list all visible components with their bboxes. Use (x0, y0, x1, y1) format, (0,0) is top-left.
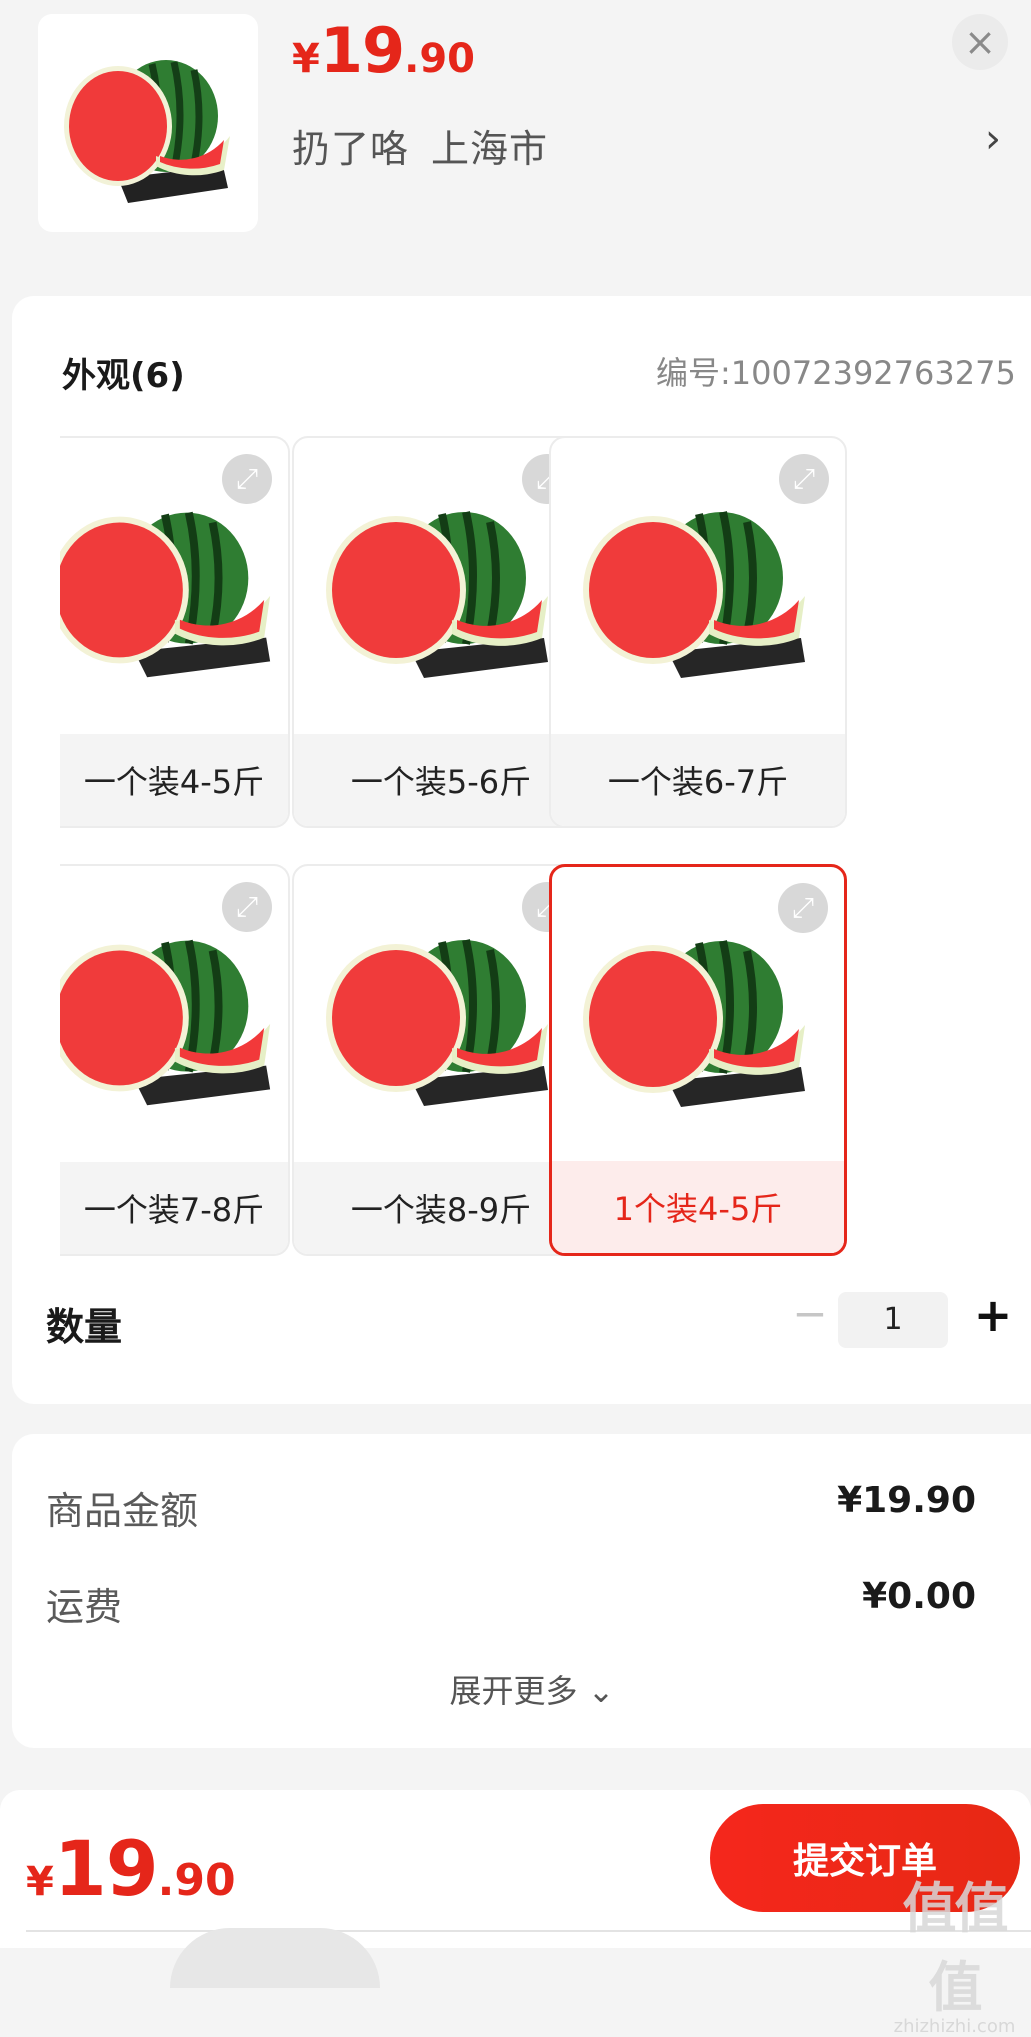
product-thumbnail[interactable] (38, 14, 258, 232)
address-name: 扔了咯 (292, 127, 410, 171)
bottom-bar: ¥19.90 提交订单 (0, 1790, 1031, 1988)
price-integer: 19 (319, 14, 405, 87)
watermelon-image (583, 940, 805, 1107)
watermark-text: 值值值 (902, 1877, 1009, 2019)
delivery-address[interactable]: 扔了咯 上海市 (292, 118, 548, 173)
variant-option[interactable]: ⤢ 1个装4-5斤 (549, 864, 847, 1256)
variant-label: 一个装7-8斤 (60, 1162, 288, 1254)
total-price: ¥19.90 (26, 1824, 236, 1913)
variant-label: 一个装4-5斤 (60, 734, 288, 826)
fee-value: ¥19.90 (837, 1480, 976, 1521)
section-title: 外观(6) (62, 356, 185, 396)
price-decimal: .90 (157, 1855, 236, 1906)
fee-card: 商品金额 ¥19.90 运费 ¥0.00 展开更多 ⌄ (12, 1434, 1031, 1748)
watermelon-image (583, 511, 805, 678)
variant-label: 一个装8-9斤 (294, 1162, 588, 1254)
watermelon-image (60, 511, 271, 678)
quantity-plus-button[interactable]: + (966, 1286, 1020, 1344)
close-icon[interactable]: × (952, 14, 1008, 70)
variant-card: 外观(6) 编号:100723927632​75 ⤢ 一个装4-5斤 ⤢ 一个装… (12, 296, 1031, 1404)
variant-label: 一个装6-7斤 (551, 734, 845, 826)
fee-label: 商品金额 (46, 1489, 199, 1533)
sku-number: 编号:100723927632​75 (656, 354, 1016, 392)
quantity-label: 数量 (46, 1305, 123, 1349)
variant-option[interactable]: ⤢ 一个装5-6斤 (292, 436, 590, 828)
fee-value: ¥0.00 (862, 1576, 976, 1617)
fee-row-shipping: 运费 ¥0.00 (46, 1576, 976, 1631)
expand-icon[interactable]: ⤢ (778, 883, 828, 933)
watermelon-image (326, 511, 548, 678)
variant-option[interactable]: ⤢ 一个装7-8斤 (60, 864, 290, 1256)
watermelon-image (326, 939, 548, 1106)
expand-icon[interactable]: ⤢ (222, 454, 272, 504)
expand-icon[interactable]: ⤢ (222, 882, 272, 932)
quantity-minus-button[interactable]: − (784, 1288, 836, 1340)
price-integer: 19 (53, 1824, 159, 1913)
variant-label: 一个装5-6斤 (294, 734, 588, 826)
variant-label: 1个装4-5斤 (552, 1161, 844, 1253)
chevron-right-icon[interactable]: › (985, 116, 1001, 162)
expand-icon[interactable]: ⤢ (779, 454, 829, 504)
variant-option[interactable]: ⤢ 一个装4-5斤 (60, 436, 290, 828)
currency-symbol: ¥ (26, 1859, 54, 1905)
expand-more-button[interactable]: 展开更多 ⌄ (12, 1666, 1031, 1712)
fee-label: 运费 (46, 1585, 123, 1629)
price-decimal: .90 (404, 36, 475, 82)
watermark-logo: 值值值 zhizhizhi.com (878, 1864, 1031, 2037)
quantity-input[interactable]: 1 (838, 1292, 948, 1348)
variant-option[interactable]: ⤢ 一个装8-9斤 (292, 864, 590, 1256)
fee-row-goods: 商品金额 ¥19.90 (46, 1480, 976, 1535)
header-price: ¥19.90 (292, 14, 475, 87)
watermelon-image (64, 60, 230, 203)
currency-symbol: ¥ (292, 36, 320, 82)
variant-option[interactable]: ⤢ 一个装6-7斤 (549, 436, 847, 828)
scroll-handle[interactable] (170, 1928, 380, 1988)
watermelon-image (60, 939, 271, 1106)
address-city: 上海市 (431, 127, 549, 171)
